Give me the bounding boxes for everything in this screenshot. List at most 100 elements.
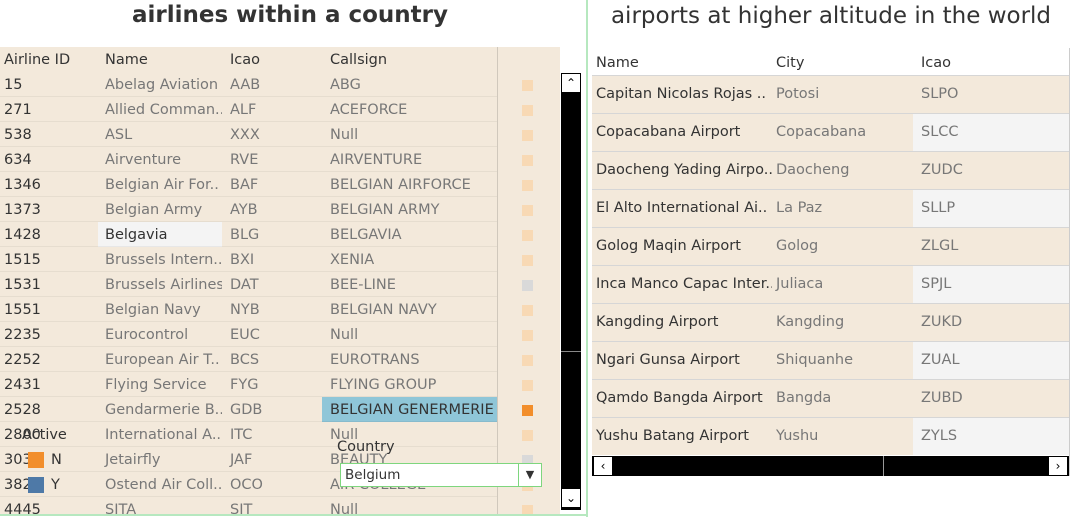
airline-icao-cell[interactable]: BLG [222,222,322,247]
active-mark[interactable] [522,405,533,416]
airline-name-cell[interactable]: Gendarmerie B.. [98,397,222,422]
airport-icao-cell[interactable]: ZYLS [913,417,1069,455]
airport-city-cell[interactable]: Kangding [772,303,913,341]
airline-icao-cell[interactable]: FYG [222,372,322,397]
airport-icao-cell[interactable]: ZUAL [913,341,1069,379]
airline-name-cell[interactable]: Jetairfly [98,447,222,472]
airport-name-cell[interactable]: Copacabana Airport [596,113,772,151]
active-mark-cell[interactable] [498,197,560,222]
scroll-left-icon[interactable]: ‹ [594,457,612,475]
airline-icao-cell[interactable]: BCS [222,347,322,372]
table-row[interactable]: 1373 Belgian Army AYB BELGIAN ARMY [0,197,560,222]
table-row[interactable]: 271 Allied Comman.. ALF ACEFORCE [0,97,560,122]
active-mark[interactable] [522,430,533,441]
active-mark-cell[interactable] [498,297,560,322]
airline-callsign-cell[interactable]: BELGIAN NAVY [322,297,497,322]
airline-callsign-cell[interactable]: EUROTRANS [322,347,497,372]
airline-callsign-cell[interactable]: XENIA [322,247,497,272]
airline-icao-cell[interactable]: RVE [222,147,322,172]
airport-city-cell[interactable]: Shiquanhe [772,341,913,379]
airlines-vertical-scrollbar[interactable]: ⌃ ⌄ [561,73,581,510]
airport-city-cell[interactable]: Copacabana [772,113,913,151]
airline-id-cell[interactable]: 1515 [4,247,99,272]
legend-swatch-n[interactable] [28,452,44,468]
airline-name-cell[interactable]: Ostend Air Coll.. [98,472,222,497]
airline-icao-cell[interactable]: NYB [222,297,322,322]
active-mark[interactable] [522,330,533,341]
active-mark[interactable] [522,255,533,266]
active-mark[interactable] [522,180,533,191]
country-filter-dropdown[interactable]: Belgium ▼ [340,463,542,487]
scroll-down-icon[interactable]: ⌄ [562,489,580,507]
table-row[interactable]: El Alto International Ai.. La Paz SLLP [592,189,1069,227]
airline-icao-cell[interactable]: DAT [222,272,322,297]
airline-name-cell[interactable]: Allied Comman.. [98,97,222,122]
table-row[interactable]: 2800 International A.. ITC Null [0,422,560,447]
active-mark-cell[interactable] [498,347,560,372]
table-row[interactable]: Ngari Gunsa Airport Shiquanhe ZUAL [592,341,1069,379]
header-city[interactable]: City [772,48,913,75]
airline-callsign-cell[interactable]: BEE-LINE [322,272,497,297]
active-mark[interactable] [522,155,533,166]
airport-name-cell[interactable]: Ngari Gunsa Airport [596,341,772,379]
table-row[interactable]: Copacabana Airport Copacabana SLCC [592,113,1069,151]
airline-callsign-cell[interactable]: BELGIAN GENERMERIE [322,397,497,422]
table-row[interactable]: 1515 Brussels Intern.. BXI XENIA [0,247,560,272]
table-row[interactable]: Daocheng Yading Airpo.. Daocheng ZUDC [592,151,1069,189]
airline-callsign-cell[interactable]: ABG [322,72,497,97]
airline-icao-cell[interactable]: BAF [222,172,322,197]
airport-city-cell[interactable]: Bangda [772,379,913,417]
airline-callsign-cell[interactable]: BELGAVIA [322,222,497,247]
header-airport-name[interactable]: Name [596,48,772,75]
airline-icao-cell[interactable]: JAF [222,447,322,472]
active-mark[interactable] [522,280,533,291]
airline-callsign-cell[interactable]: Null [322,322,497,347]
table-row[interactable]: 634 Airventure RVE AIRVENTURE [0,147,560,172]
airport-name-cell[interactable]: Golog Maqin Airport [596,227,772,265]
airport-icao-cell[interactable]: SLLP [913,189,1069,227]
table-row[interactable]: 1551 Belgian Navy NYB BELGIAN NAVY [0,297,560,322]
active-mark-cell[interactable] [498,397,560,422]
active-mark-cell[interactable] [498,322,560,347]
header-icao[interactable]: Icao [222,47,322,72]
airport-icao-cell[interactable]: ZLGL [913,227,1069,265]
airline-id-cell[interactable]: 634 [4,147,99,172]
airport-city-cell[interactable]: Daocheng [772,151,913,189]
airport-name-cell[interactable]: Kangding Airport [596,303,772,341]
table-row[interactable]: 1346 Belgian Air For.. BAF BELGIAN AIRFORCE [0,172,560,197]
table-row[interactable]: 2528 Gendarmerie B.. GDB BELGIAN GENERMERIE [0,397,560,422]
table-row[interactable]: Qamdo Bangda Airport Bangda ZUBD [592,379,1069,417]
airport-name-cell[interactable]: Inca Manco Capac Inter.. [596,265,772,303]
airline-name-cell[interactable]: International A.. [98,422,222,447]
legend-swatch-y[interactable] [28,477,44,493]
table-row[interactable]: Inca Manco Capac Inter.. Juliaca SPJL [592,265,1069,303]
header-callsign[interactable]: Callsign [322,47,497,72]
airport-icao-cell[interactable]: SLCC [913,113,1069,151]
airport-city-cell[interactable]: Potosi [772,75,913,113]
table-row[interactable]: Golog Maqin Airport Golog ZLGL [592,227,1069,265]
active-mark[interactable] [522,355,533,366]
header-airport-icao[interactable]: Icao [913,48,1069,75]
active-mark[interactable] [522,80,533,91]
airline-name-cell[interactable]: Belgian Air For.. [98,172,222,197]
airport-name-cell[interactable]: Capitan Nicolas Rojas .. [596,75,772,113]
airline-name-cell[interactable]: Abelag Aviation [98,72,222,97]
airline-name-cell[interactable]: Brussels Intern.. [98,247,222,272]
scroll-right-icon[interactable]: › [1049,457,1067,475]
airport-icao-cell[interactable]: SLPO [913,75,1069,113]
table-row[interactable]: 1428 Belgavia BLG BELGAVIA [0,222,560,247]
airline-id-cell[interactable]: 1531 [4,272,99,297]
table-row[interactable]: Yushu Batang Airport Yushu ZYLS [592,417,1069,455]
airline-icao-cell[interactable]: GDB [222,397,322,422]
active-mark-cell[interactable] [498,247,560,272]
active-mark-cell[interactable] [498,222,560,247]
table-row[interactable]: 2431 Flying Service FYG FLYING GROUP [0,372,560,397]
airport-city-cell[interactable]: Yushu [772,417,913,455]
airport-name-cell[interactable]: Yushu Batang Airport [596,417,772,455]
airline-icao-cell[interactable]: BXI [222,247,322,272]
table-row[interactable]: Capitan Nicolas Rojas .. Potosi SLPO [592,75,1069,113]
airline-name-cell[interactable]: Brussels Airlines [98,272,222,297]
airline-name-cell[interactable]: Belgian Army [98,197,222,222]
table-row[interactable]: 1531 Brussels Airlines DAT BEE-LINE [0,272,560,297]
airline-id-cell[interactable]: 2431 [4,372,99,397]
